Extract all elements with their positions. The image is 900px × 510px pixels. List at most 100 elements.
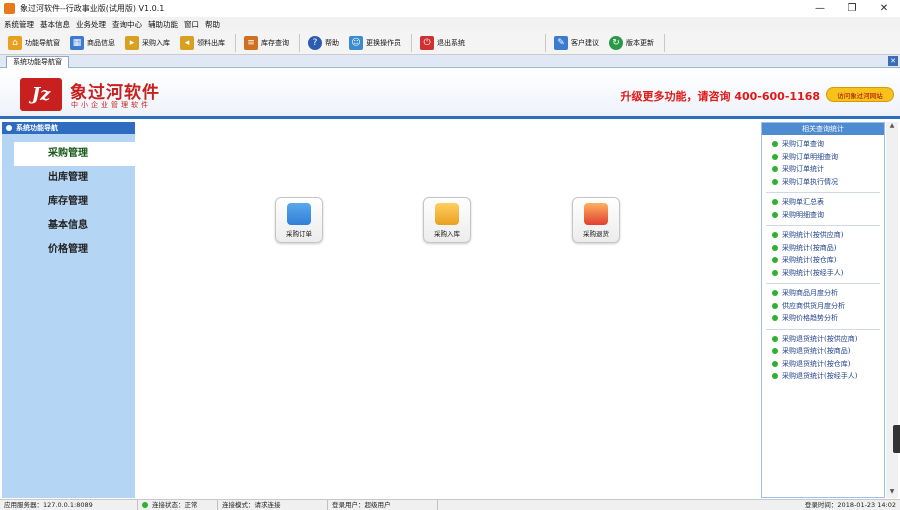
bullet-icon [772, 257, 778, 264]
product-info-button[interactable]: ▦ 商品信息 [66, 33, 119, 53]
purchase-order-button[interactable]: 采购订单 [275, 197, 323, 243]
order-icon [287, 202, 311, 225]
switch-operator-button[interactable]: ☺ 更换操作员 [345, 33, 405, 53]
query-group-analysis: 采购商品月度分析 供应商供货月度分析 采购价格趋势分析 [766, 284, 880, 330]
tab-strip: 系统功能导航窗 ✕ [0, 55, 900, 68]
toolbar-divider [545, 33, 546, 52]
menu-window[interactable]: 窗口 [184, 19, 199, 30]
nav-item-price[interactable]: 价格管理 [2, 238, 135, 262]
related-queries-header: 相关查询统计 [762, 123, 884, 135]
scroll-up-icon[interactable]: ▲ [886, 122, 898, 132]
bullet-icon [772, 244, 778, 251]
nav-header: 系统功能导航 [2, 122, 135, 134]
minimize-button[interactable]: — [804, 0, 836, 17]
bullet-icon [772, 290, 778, 297]
home-icon: ⌂ [8, 35, 22, 50]
note-icon: ✎ [554, 35, 568, 50]
close-button[interactable]: ✕ [868, 0, 900, 17]
folder-in-icon: ▸ [125, 35, 139, 50]
query-link[interactable]: 采购订单执行情况 [772, 176, 880, 189]
bullet-icon [772, 211, 778, 218]
bullet-icon [772, 373, 778, 380]
query-link[interactable]: 采购订单统计 [772, 163, 880, 176]
side-dock-handle[interactable] [893, 425, 900, 453]
app-logo-icon [4, 3, 15, 14]
purchase-return-button[interactable]: 采购退货 [572, 197, 620, 243]
menu-tools[interactable]: 辅助功能 [148, 19, 178, 30]
status-login-time: 登录时间：2018-01-23 14:02 [804, 501, 896, 509]
scroll-down-icon[interactable]: ▼ [886, 488, 898, 498]
query-link[interactable]: 采购商品月度分析 [772, 287, 880, 300]
bullet-icon [772, 269, 778, 276]
query-link[interactable]: 采购统计(按供应商) [772, 229, 880, 242]
query-link[interactable]: 采购统计(按商品) [772, 242, 880, 255]
exit-system-button[interactable]: ⏻ 退出系统 [416, 33, 469, 53]
banner: Jz 象过河软件 中小企业管理软件 升级更多功能，请咨询 400-600-116… [0, 69, 900, 119]
query-link[interactable]: 采购退货统计(按仓库) [772, 358, 880, 371]
status-connection-mode: 连接模式：请求连接 [218, 500, 328, 510]
status-server: 应用服务器：127.0.0.1:8089 [0, 500, 138, 510]
bullet-icon [772, 232, 778, 239]
bullet-icon [772, 348, 778, 355]
query-link[interactable]: 采购明细查询 [772, 209, 880, 222]
status-connection: 连接状态：正常 [138, 500, 218, 510]
folder-out-icon: ◂ [180, 35, 194, 50]
window-controls: — ❐ ✕ [804, 0, 900, 17]
brand-subtitle: 中小企业管理软件 [71, 101, 151, 109]
list-icon: ≡ [244, 35, 258, 50]
nav-item-purchase[interactable]: 采购管理 [14, 142, 135, 166]
query-group-summary: 采购单汇总表 采购明细查询 [766, 193, 880, 226]
maximize-button[interactable]: ❐ [836, 0, 868, 17]
stock-query-button[interactable]: ≡ 库存查询 [240, 33, 293, 53]
query-group-orders: 采购订单查询 采购订单明细查询 采购订单统计 采购订单执行情况 [766, 135, 880, 193]
help-icon: ? [308, 35, 322, 50]
menu-query-center[interactable]: 查询中心 [112, 19, 142, 30]
bullet-icon [772, 199, 778, 206]
query-link[interactable]: 采购退货统计(按供应商) [772, 333, 880, 346]
exit-icon: ⏻ [420, 35, 434, 50]
toolbar-divider [411, 33, 412, 52]
purchase-in-button[interactable]: ▸ 采购入库 [121, 33, 174, 53]
title-bar: 象过河软件--行政事业版(试用版) V1.0.1 — ❐ ✕ [0, 0, 900, 17]
customer-feedback-button[interactable]: ✎ 客户建议 [550, 33, 603, 53]
bullet-icon [772, 360, 778, 367]
menu-basic-info[interactable]: 基本信息 [40, 19, 70, 30]
query-group-returns: 采购退货统计(按供应商) 采购退货统计(按商品) 采购退货统计(按仓库) 采购退… [766, 330, 880, 387]
nav-item-outbound[interactable]: 出库管理 [2, 166, 135, 190]
return-icon [584, 202, 608, 225]
status-bar: 应用服务器：127.0.0.1:8089 连接状态：正常 连接模式：请求连接 登… [0, 499, 900, 510]
query-link[interactable]: 采购订单明细查询 [772, 151, 880, 164]
query-link[interactable]: 采购退货统计(按商品) [772, 345, 880, 358]
nav-window-button[interactable]: ⌂ 功能导航窗 [4, 33, 64, 53]
window-title: 象过河软件--行政事业版(试用版) V1.0.1 [20, 4, 165, 13]
left-nav-panel: 系统功能导航 采购管理 出库管理 库存管理 基本信息 价格管理 [2, 122, 135, 498]
purchase-in-feature-button[interactable]: 采购入库 [423, 197, 471, 243]
menu-help[interactable]: 帮助 [205, 19, 220, 30]
tab-function-nav[interactable]: 系统功能导航窗 [6, 56, 69, 68]
nav-item-inventory[interactable]: 库存管理 [2, 190, 135, 214]
status-user: 登录用户：超级用户 [328, 500, 438, 510]
query-link[interactable]: 供应商供货月度分析 [772, 300, 880, 313]
brand-logo: Jz [20, 78, 62, 111]
bullet-icon [772, 166, 778, 173]
toolbar: ⌂ 功能导航窗 ▦ 商品信息 ▸ 采购入库 ◂ 领料出库 ≡ 库存查询 ? 帮助 ☺ 更换操作… [0, 31, 900, 55]
menu-business[interactable]: 业务处理 [76, 19, 106, 30]
material-out-button[interactable]: ◂ 领料出库 [176, 33, 229, 53]
query-link[interactable]: 采购价格趋势分析 [772, 312, 880, 325]
tab-close-button[interactable]: ✕ [888, 56, 898, 66]
query-link[interactable]: 采购退货统计(按经手人) [772, 370, 880, 383]
query-link[interactable]: 采购订单查询 [772, 138, 880, 151]
version-update-button[interactable]: ↻ 版本更新 [605, 33, 658, 53]
related-queries-panel: 相关查询统计 采购订单查询 采购订单明细查询 采购订单统计 采购订单执行情况 采… [761, 122, 885, 498]
query-link[interactable]: 采购统计(按经手人) [772, 267, 880, 280]
query-link[interactable]: 采购单汇总表 [772, 196, 880, 209]
connection-ok-icon [142, 502, 148, 508]
visit-website-button[interactable]: 访问象过河网站 [826, 87, 894, 102]
help-button[interactable]: ? 帮助 [304, 33, 343, 53]
query-link[interactable]: 采购统计(按仓库) [772, 254, 880, 267]
toolbar-divider [299, 33, 300, 52]
nav-item-basic-info[interactable]: 基本信息 [2, 214, 135, 238]
bullet-icon [772, 335, 778, 342]
menu-system[interactable]: 系统管理 [4, 19, 34, 30]
